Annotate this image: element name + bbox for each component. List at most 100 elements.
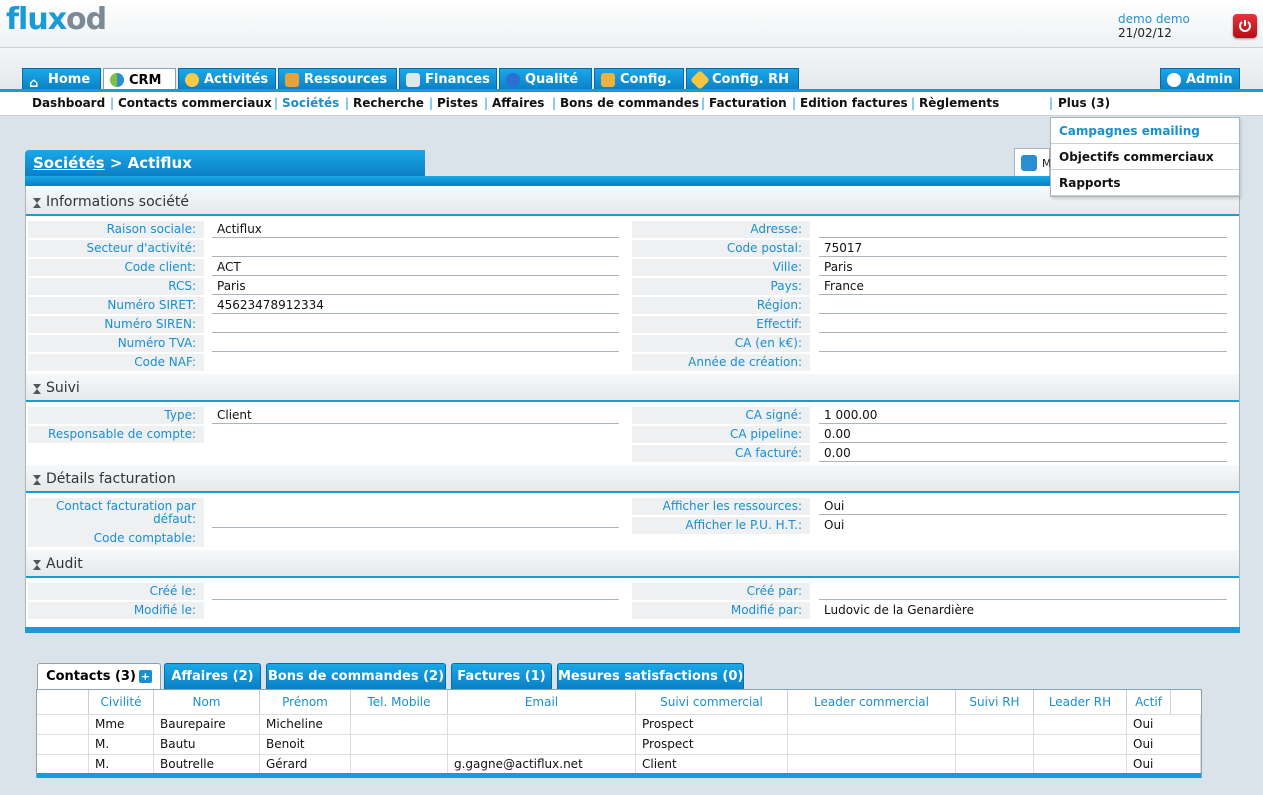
column-header-suivi-commercial[interactable]: Suivi commercial bbox=[636, 690, 788, 714]
subnav-societes[interactable]: Sociétés bbox=[282, 96, 339, 110]
value-secteur-activite bbox=[212, 240, 619, 257]
table-cell-leader-commercial[interactable] bbox=[788, 734, 956, 754]
table-cell-suivi-commercial[interactable]: Prospect bbox=[636, 734, 788, 754]
subnav-facturation[interactable]: Facturation bbox=[709, 96, 787, 110]
label-contact-facturation: Contact facturation par défaut: bbox=[28, 498, 204, 530]
value-rcs: Paris bbox=[212, 278, 619, 295]
table-cell-civilite[interactable]: M. bbox=[89, 734, 154, 754]
value-region bbox=[819, 297, 1227, 314]
table-cell-actif[interactable]: Oui bbox=[1127, 714, 1201, 734]
tab-activites[interactable]: Activités bbox=[178, 68, 276, 90]
tab-finances[interactable]: Finances bbox=[399, 68, 497, 90]
table-cell-civilite[interactable]: Mme bbox=[89, 714, 154, 734]
subnav-contacts-commerciaux[interactable]: Contacts commerciaux bbox=[118, 96, 272, 110]
tab-affaires[interactable]: Affaires (2) bbox=[164, 663, 261, 689]
table-cell-nom[interactable]: Baurepaire bbox=[154, 714, 260, 734]
label-ville: Ville: bbox=[632, 259, 810, 276]
column-header-suivi-rh[interactable]: Suivi RH bbox=[956, 690, 1034, 714]
tab-crm[interactable]: CRM bbox=[103, 68, 176, 91]
value-ca-pipeline: 0.00 bbox=[819, 426, 1227, 443]
table-cell bbox=[37, 734, 89, 754]
label-cree-le: Créé le: bbox=[28, 583, 204, 600]
label-pays: Pays: bbox=[632, 278, 810, 295]
section-header-audit[interactable]: Audit bbox=[26, 550, 1239, 578]
tools-icon bbox=[601, 72, 615, 87]
user-name[interactable]: demo demo bbox=[1118, 12, 1190, 26]
tab-config-rh[interactable]: Config. RH bbox=[686, 68, 799, 90]
subnav-pistes[interactable]: Pistes bbox=[437, 96, 478, 110]
column-header-email[interactable]: Email bbox=[448, 690, 636, 714]
logout-power-icon[interactable] bbox=[1233, 14, 1257, 38]
column-header-nom[interactable]: Nom bbox=[154, 690, 260, 714]
table-cell-tel[interactable] bbox=[351, 714, 448, 734]
table-cell-suivi-commercial[interactable]: Prospect bbox=[636, 714, 788, 734]
subnav-affaires[interactable]: Affaires bbox=[492, 96, 544, 110]
tab-contacts[interactable]: Contacts (3) + bbox=[37, 663, 161, 690]
column-header-tel-mobile[interactable]: Tel. Mobile bbox=[351, 690, 448, 714]
tab-factures[interactable]: Factures (1) bbox=[451, 663, 552, 689]
table-cell-civilite[interactable]: M. bbox=[89, 754, 154, 774]
subnav-recherche[interactable]: Recherche bbox=[353, 96, 424, 110]
section-header-suivi[interactable]: Suivi bbox=[26, 374, 1239, 402]
label-ca-k: CA (en k€): bbox=[632, 335, 810, 352]
subnav-bons-de-commandes[interactable]: Bons de commandes bbox=[560, 96, 699, 110]
value-numero-siret: 45623478912334 bbox=[212, 297, 619, 314]
menu-item-campagnes-emailing[interactable]: Campagnes emailing bbox=[1051, 118, 1239, 144]
tab-bons-de-commandes[interactable]: Bons de commandes (2) bbox=[266, 663, 446, 689]
crm-icon bbox=[110, 73, 124, 87]
table-cell-leader-rh[interactable] bbox=[1034, 734, 1127, 754]
breadcrumb-societes-link[interactable]: Sociétés bbox=[33, 154, 105, 172]
column-header-actif[interactable]: Actif bbox=[1127, 690, 1171, 714]
subnav-edition-factures[interactable]: Edition factures bbox=[800, 96, 908, 110]
table-cell-prenom[interactable]: Gérard bbox=[260, 754, 351, 774]
menu-item-objectifs-commerciaux[interactable]: Objectifs commerciaux bbox=[1051, 144, 1239, 170]
value-numero-tva bbox=[212, 335, 619, 352]
subnav-dashboard[interactable]: Dashboard bbox=[32, 96, 105, 110]
tab-ressources[interactable]: Ressources bbox=[278, 68, 397, 90]
table-cell-email[interactable] bbox=[448, 734, 636, 754]
table-cell-email[interactable] bbox=[448, 714, 636, 734]
table-cell-tel[interactable] bbox=[351, 754, 448, 774]
fluxod-logo[interactable]: fluxod bbox=[6, 2, 107, 37]
table-cell-suivi-rh[interactable] bbox=[956, 734, 1034, 754]
value-cree-le bbox=[212, 583, 619, 600]
column-header-leader-rh[interactable]: Leader RH bbox=[1034, 690, 1127, 714]
tab-home[interactable]: ⌂ Home bbox=[22, 68, 101, 91]
table-cell-email[interactable]: g.gagne@actiflux.net bbox=[448, 754, 636, 774]
label-code-comptable: Code comptable: bbox=[28, 530, 204, 547]
column-header-prenom[interactable]: Prénom bbox=[260, 690, 351, 714]
value-modifie-par: Ludovic de la Genardière bbox=[824, 603, 974, 617]
tab-qualite[interactable]: Qualité bbox=[499, 68, 592, 90]
add-contact-icon[interactable]: + bbox=[138, 670, 152, 683]
label-region: Région: bbox=[632, 297, 810, 314]
sub-navigation: Dashboard | Contacts commerciaux | Socié… bbox=[0, 92, 1263, 116]
subnav-reglements[interactable]: Règlements bbox=[919, 96, 999, 110]
table-cell bbox=[37, 714, 89, 734]
panel-footer-bar bbox=[25, 627, 1240, 633]
table-cell-nom[interactable]: Bautu bbox=[154, 734, 260, 754]
column-header-civilite[interactable]: Civilité bbox=[89, 690, 154, 714]
table-cell-tel[interactable] bbox=[351, 734, 448, 754]
table-cell-actif[interactable]: Oui bbox=[1127, 734, 1201, 754]
column-header-leader-commercial[interactable]: Leader commercial bbox=[788, 690, 956, 714]
table-cell-leader-commercial[interactable] bbox=[788, 754, 956, 774]
tab-admin[interactable]: Admin bbox=[1160, 68, 1240, 90]
table-cell-prenom[interactable]: Micheline bbox=[260, 714, 351, 734]
tab-mesures-satisfactions[interactable]: Mesures satisfactions (0) bbox=[557, 663, 744, 689]
table-cell-nom[interactable]: Boutrelle bbox=[154, 754, 260, 774]
label-afficher-ressources: Afficher les ressources: bbox=[632, 498, 810, 515]
table-cell-prenom[interactable]: Benoit bbox=[260, 734, 351, 754]
table-cell-suivi-commercial[interactable]: Client bbox=[636, 754, 788, 774]
table-cell-leader-rh[interactable] bbox=[1034, 714, 1127, 734]
table-cell-leader-commercial[interactable] bbox=[788, 714, 956, 734]
table-cell-suivi-rh[interactable] bbox=[956, 714, 1034, 734]
table-cell-actif[interactable]: Oui bbox=[1127, 754, 1201, 774]
subnav-plus[interactable]: Plus (3) bbox=[1058, 96, 1110, 110]
table-cell-leader-rh[interactable] bbox=[1034, 754, 1127, 774]
column-header-blank bbox=[37, 690, 89, 714]
edit-tab[interactable]: M bbox=[1014, 148, 1052, 176]
section-header-facturation[interactable]: Détails facturation bbox=[26, 465, 1239, 493]
table-cell-suivi-rh[interactable] bbox=[956, 754, 1034, 774]
tab-config[interactable]: Config. bbox=[594, 68, 684, 90]
menu-item-rapports[interactable]: Rapports bbox=[1051, 170, 1239, 196]
